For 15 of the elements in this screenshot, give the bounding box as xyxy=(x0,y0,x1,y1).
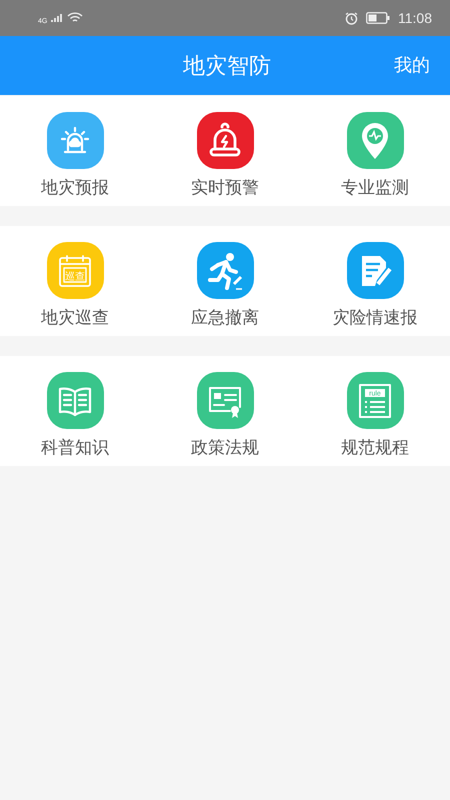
menu-item[interactable]: 政策法规 xyxy=(150,356,300,466)
alarm-icon xyxy=(345,12,358,24)
menu-item[interactable]: 灾险情速报 xyxy=(300,226,450,336)
menu-item[interactable]: 地灾预报 xyxy=(0,96,150,206)
battery-icon xyxy=(366,12,390,24)
calendar-label: 巡查 xyxy=(65,271,85,282)
menu-item[interactable]: 专业监测 xyxy=(300,96,450,206)
signal-icon xyxy=(51,13,64,23)
menu-item[interactable]: 巡查 地灾巡查 xyxy=(0,226,150,336)
app-title: 地灾智防 xyxy=(183,52,271,80)
menu-item[interactable]: 应急撤离 xyxy=(150,226,300,336)
clock-time: 11:08 xyxy=(398,8,432,28)
menu-item[interactable]: 实时预警 xyxy=(150,96,300,206)
menu-item[interactable]: 科普知识 xyxy=(0,356,150,466)
wifi-icon xyxy=(67,12,84,24)
